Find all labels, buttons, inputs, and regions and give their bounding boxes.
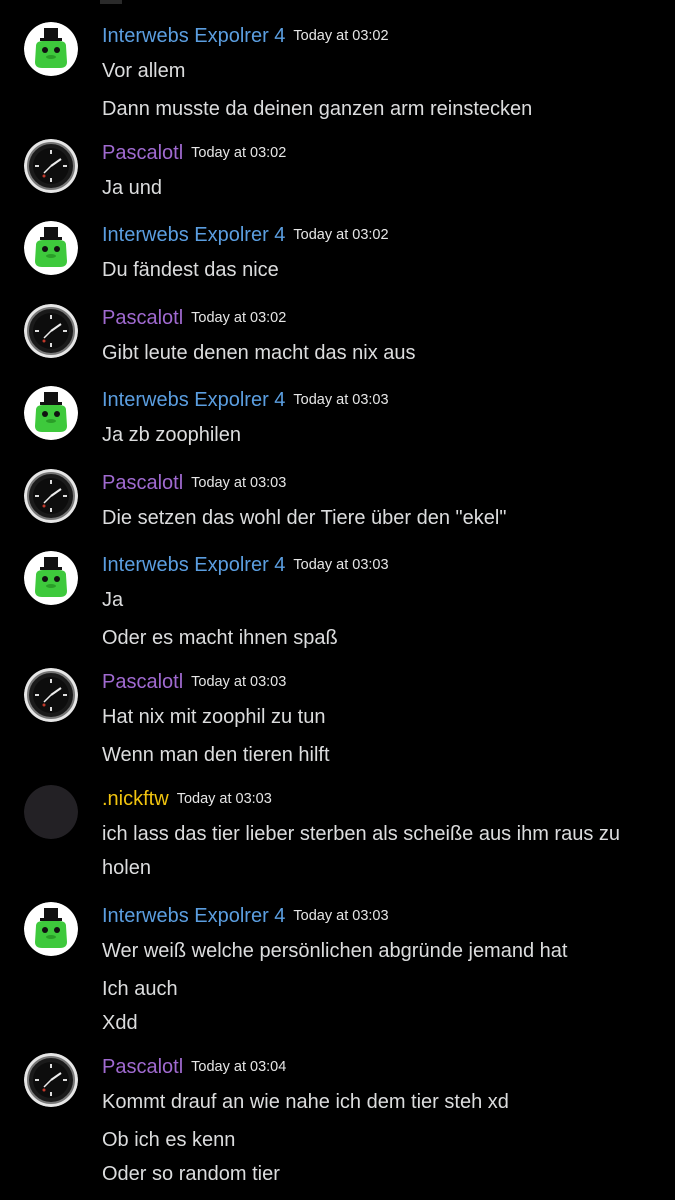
user-avatar[interactable]	[24, 785, 78, 839]
message-text: Oder es macht ihnen spaß	[102, 627, 338, 649]
default-avatar-icon	[24, 785, 78, 839]
message-text: Du fändest das nice	[102, 259, 279, 281]
username[interactable]: Pascalotl	[102, 671, 183, 693]
message-header: Pascalotl Today at 03:02	[102, 304, 286, 332]
timestamp: Today at 03:03	[293, 392, 389, 408]
message-text: Ja zb zoophilen	[102, 424, 241, 446]
message-text: Hat nix mit zoophil zu tun	[102, 706, 326, 728]
timestamp: Today at 03:03	[176, 791, 272, 807]
timestamp: Today at 03:02	[293, 227, 389, 243]
watch-face-icon	[24, 139, 78, 193]
green-blob-top-hat-icon	[24, 902, 78, 956]
username[interactable]: Pascalotl	[102, 472, 183, 494]
message-text: Oder so random tier	[102, 1163, 280, 1185]
user-avatar[interactable]	[24, 386, 78, 440]
username[interactable]: Interwebs Expolrer 4	[102, 554, 285, 576]
message-text: Die setzen das wohl der Tiere über den "…	[102, 507, 507, 529]
watch-face-icon	[24, 1053, 78, 1107]
watch-face-icon	[24, 304, 78, 358]
user-avatar[interactable]	[24, 221, 78, 275]
green-blob-top-hat-icon	[24, 386, 78, 440]
timestamp: Today at 03:02	[191, 145, 287, 161]
timestamp: Today at 03:03	[191, 475, 287, 491]
user-avatar[interactable]	[24, 139, 78, 193]
message-text: Ich auch	[102, 978, 178, 1000]
username[interactable]: Pascalotl	[102, 307, 183, 329]
timestamp: Today at 03:02	[293, 28, 389, 44]
message-text: Dann musste da deinen ganzen arm reinste…	[102, 98, 533, 120]
message-header: Interwebs Expolrer 4 Today at 03:02	[102, 22, 389, 50]
message-header: Interwebs Expolrer 4 Today at 03:02	[102, 221, 389, 249]
message-text: Wer weiß welche persönlichen abgründe je…	[102, 940, 568, 962]
timestamp: Today at 03:04	[191, 1059, 287, 1075]
message-header: Pascalotl Today at 03:04	[102, 1053, 286, 1081]
green-blob-top-hat-icon	[24, 551, 78, 605]
message-header: Interwebs Expolrer 4 Today at 03:03	[102, 551, 389, 579]
user-avatar[interactable]	[24, 22, 78, 76]
green-blob-top-hat-icon	[24, 221, 78, 275]
username[interactable]: Pascalotl	[102, 142, 183, 164]
timestamp: Today at 03:03	[293, 908, 389, 924]
username[interactable]: Interwebs Expolrer 4	[102, 905, 285, 927]
timestamp: Today at 03:02	[191, 310, 287, 326]
message-header: Pascalotl Today at 03:03	[102, 668, 286, 696]
username[interactable]: .nickftw	[102, 788, 169, 810]
message-text: Ja	[102, 589, 124, 611]
user-avatar[interactable]	[24, 668, 78, 722]
message-text: Wenn man den tieren hilft	[102, 744, 330, 766]
message-text: Ja und	[102, 177, 163, 199]
watch-face-icon	[24, 668, 78, 722]
username[interactable]: Interwebs Expolrer 4	[102, 389, 285, 411]
message-text: Kommt drauf an wie nahe ich dem tier ste…	[102, 1091, 509, 1113]
message-text: Ob ich es kenn	[102, 1129, 236, 1151]
previous-message-remnant	[100, 0, 122, 4]
message-text: ich lass das tier lieber sterben als sch…	[102, 823, 621, 879]
message-header: Interwebs Expolrer 4 Today at 03:03	[102, 902, 389, 930]
user-avatar[interactable]	[24, 1053, 78, 1107]
username[interactable]: Interwebs Expolrer 4	[102, 224, 285, 246]
message-header: Pascalotl Today at 03:02	[102, 139, 286, 167]
timestamp: Today at 03:03	[293, 557, 389, 573]
message-text: Vor allem	[102, 60, 186, 82]
user-avatar[interactable]	[24, 902, 78, 956]
message-header: Interwebs Expolrer 4 Today at 03:03	[102, 386, 389, 414]
chat-message-list: Interwebs Expolrer 4 Today at 03:02 Vor a…	[0, 0, 675, 1200]
timestamp: Today at 03:03	[191, 674, 287, 690]
green-blob-top-hat-icon	[24, 22, 78, 76]
username[interactable]: Pascalotl	[102, 1056, 183, 1078]
username[interactable]: Interwebs Expolrer 4	[102, 25, 285, 47]
message-text: Gibt leute denen macht das nix aus	[102, 342, 416, 364]
message-header: Pascalotl Today at 03:03	[102, 469, 286, 497]
user-avatar[interactable]	[24, 304, 78, 358]
watch-face-icon	[24, 469, 78, 523]
user-avatar[interactable]	[24, 469, 78, 523]
message-header: .nickftw Today at 03:03	[102, 785, 272, 813]
user-avatar[interactable]	[24, 551, 78, 605]
message-text: Xdd	[102, 1012, 138, 1034]
